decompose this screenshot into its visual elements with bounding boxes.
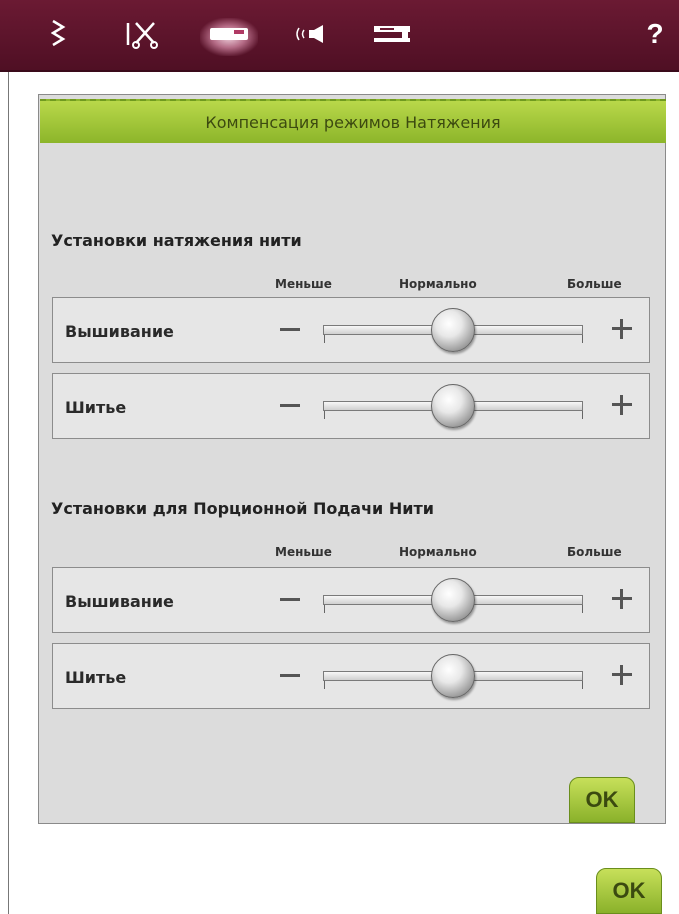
scale-label-more: Больше <box>567 277 622 291</box>
scale-label-less: Меньше <box>275 545 332 559</box>
help-icon[interactable]: ? <box>640 14 670 54</box>
decrease-button[interactable] <box>275 584 305 614</box>
decrease-button[interactable] <box>275 660 305 690</box>
increase-button[interactable] <box>607 390 637 420</box>
increase-button[interactable] <box>607 314 637 344</box>
tick-mark <box>582 681 583 689</box>
increase-button[interactable] <box>607 660 637 690</box>
scale-label-normal: Нормально <box>399 545 477 559</box>
top-toolbar: ? <box>0 0 679 72</box>
scale-label-more: Больше <box>567 545 622 559</box>
slider-knob[interactable] <box>431 578 475 622</box>
dialog-header: Компенсация режимов Натяжения <box>40 99 666 143</box>
tick-mark <box>324 411 325 419</box>
scissors-icon[interactable] <box>122 14 162 54</box>
row-label: Вышивание <box>65 322 174 341</box>
row-label: Вышивание <box>65 592 174 611</box>
slider-row-sewing-feed: Шитье <box>52 643 650 709</box>
slider-row-sewing-tension: Шитье <box>52 373 650 439</box>
tick-mark <box>324 335 325 343</box>
tick-mark <box>582 605 583 613</box>
section-title-portion-feed: Установки для Порционной Подачи Нити <box>51 499 434 518</box>
page-ok-button[interactable]: OK <box>596 868 662 914</box>
ok-label: OK <box>612 878 646 903</box>
tension-dialog: Компенсация режимов Натяжения Установки … <box>38 94 666 824</box>
sewing-machine-tab-icon[interactable] <box>206 14 252 54</box>
dialog-ok-button[interactable]: OK <box>569 777 635 823</box>
row-label: Шитье <box>65 398 127 417</box>
decrease-button[interactable] <box>275 390 305 420</box>
slider-knob[interactable] <box>431 308 475 352</box>
stitch-icon[interactable] <box>44 14 74 54</box>
increase-button[interactable] <box>607 584 637 614</box>
slider-row-embroidery-feed: Вышивание <box>52 567 650 633</box>
tick-mark <box>582 335 583 343</box>
minus-icon <box>280 597 300 601</box>
decrease-button[interactable] <box>275 314 305 344</box>
tick-mark <box>582 411 583 419</box>
machine-icon[interactable] <box>370 14 414 54</box>
tick-mark <box>324 605 325 613</box>
minus-icon <box>280 403 300 407</box>
row-label: Шитье <box>65 668 127 687</box>
slider-knob[interactable] <box>431 384 475 428</box>
dialog-title: Компенсация режимов Натяжения <box>205 112 501 132</box>
slider-knob[interactable] <box>431 654 475 698</box>
tick-mark <box>324 681 325 689</box>
scale-label-less: Меньше <box>275 277 332 291</box>
minus-icon <box>280 673 300 677</box>
slider-row-embroidery-tension: Вышивание <box>52 297 650 363</box>
minus-icon <box>280 327 300 331</box>
scale-label-normal: Нормально <box>399 277 477 291</box>
section-title-thread-tension: Установки натяжения нити <box>51 231 302 250</box>
sound-icon[interactable] <box>290 14 332 54</box>
ok-label: OK <box>585 787 619 812</box>
